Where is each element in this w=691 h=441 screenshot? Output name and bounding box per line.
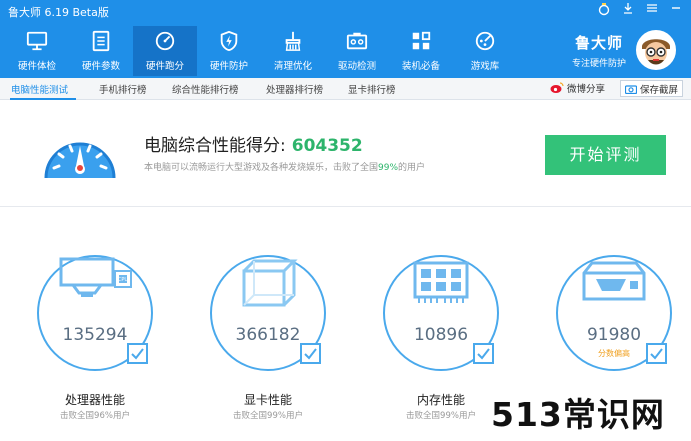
weibo-share-button[interactable]: 微博分享 (550, 81, 605, 95)
gpu-cube-icon (242, 259, 298, 307)
brand-subtitle: 专注硬件防护 (572, 59, 627, 69)
gauge-icon (44, 142, 116, 179)
section-divider (0, 206, 691, 207)
driver-chip-icon (346, 32, 368, 50)
minimize-icon[interactable] (667, 2, 685, 18)
main-nav: 硬件体检 硬件参数 硬件跑分 硬件防护 清理优化 驱动检测 装机必备 游戏库 (5, 26, 517, 76)
score-description: 本电脑可以流畅运行大型游戏及各种发烧娱乐，击败了全国99%的用户 (144, 163, 426, 173)
gpu-score: 366182 (235, 325, 301, 345)
brand-title: 鲁大师 (575, 34, 624, 52)
check-icon (127, 343, 148, 364)
subtab-overall-ranking[interactable]: 综合性能排行榜 (172, 82, 239, 96)
brand: 鲁大师 专注硬件防护 (572, 32, 626, 69)
monitor-icon (26, 31, 48, 51)
subtab-cpu-ranking[interactable]: 处理器排行榜 (266, 82, 323, 96)
memory-chip-icon (413, 261, 469, 303)
gpu-card-subtitle: 击败全国99%用户 (233, 411, 303, 421)
total-score: 604352 (291, 136, 363, 156)
nav-driver-check[interactable]: 驱动检测 (325, 26, 389, 76)
memory-card-subtitle: 击败全国99%用户 (406, 411, 476, 421)
app-window: 鲁大师 6.19 Beta版 硬件体检 硬件参数 硬件跑分 硬件防护 清理优化 … (0, 0, 691, 441)
cpu-card-title: 处理器性能 (64, 393, 125, 407)
apps-grid-icon (412, 31, 431, 50)
cpu-monitor-icon: CPU (59, 257, 132, 297)
broom-icon (285, 31, 301, 51)
speedometer-icon (155, 31, 175, 51)
active-subtab-indicator (10, 98, 76, 100)
window-controls (595, 2, 685, 18)
cpu-card-subtitle: 击败全国96%用户 (60, 411, 130, 421)
window-title: 鲁大师 6.19 Beta版 (8, 6, 109, 19)
sub-tabs: 电脑性能测试 手机排行榜 综合性能排行榜 处理器排行榜 显卡排行榜 微博分享 保… (0, 78, 691, 100)
score-heading: 电脑综合性能得分: 604352 (144, 136, 363, 156)
gamepad-icon (475, 31, 495, 51)
site-watermark: 513常识网 (487, 388, 669, 436)
memory-card-title: 内存性能 (416, 393, 465, 407)
shield-bolt-icon (220, 30, 238, 52)
nav-game-library[interactable]: 游戏库 (453, 26, 517, 76)
start-benchmark-button[interactable]: 开始评测 (545, 135, 666, 175)
nav-essentials[interactable]: 装机必备 (389, 26, 453, 76)
weibo-icon (550, 82, 564, 93)
gpu-card-title: 显卡性能 (243, 393, 292, 407)
nav-hardware-benchmark[interactable]: 硬件跑分 (133, 26, 197, 76)
skin-icon[interactable] (595, 2, 613, 18)
nav-hardware-protection[interactable]: 硬件防护 (197, 26, 261, 76)
cpu-score: 135294 (62, 325, 128, 345)
document-list-icon (92, 30, 110, 52)
menu-icon[interactable] (643, 2, 661, 18)
disk-score: 91980 (586, 325, 642, 345)
save-screenshot-button[interactable]: 保存截屏 (620, 80, 684, 97)
mascot-avatar[interactable] (636, 30, 676, 70)
nav-cleanup[interactable]: 清理优化 (261, 26, 325, 76)
subtab-phone-ranking[interactable]: 手机排行榜 (99, 82, 147, 96)
download-icon[interactable] (619, 2, 637, 18)
subtab-gpu-ranking[interactable]: 显卡排行榜 (348, 82, 396, 96)
subtab-pc-performance[interactable]: 电脑性能测试 (11, 82, 68, 96)
check-icon (300, 343, 321, 364)
check-icon (473, 343, 494, 364)
svg-text:CPU: CPU (118, 277, 129, 283)
check-icon (646, 343, 667, 364)
camera-icon (625, 84, 637, 94)
nav-hardware-check[interactable]: 硬件体检 (5, 26, 69, 76)
nav-hardware-params[interactable]: 硬件参数 (69, 26, 133, 76)
memory-score: 10896 (413, 325, 469, 345)
header: 鲁大师 6.19 Beta版 硬件体检 硬件参数 硬件跑分 硬件防护 清理优化 … (0, 0, 691, 78)
disk-drive-icon (582, 261, 646, 301)
